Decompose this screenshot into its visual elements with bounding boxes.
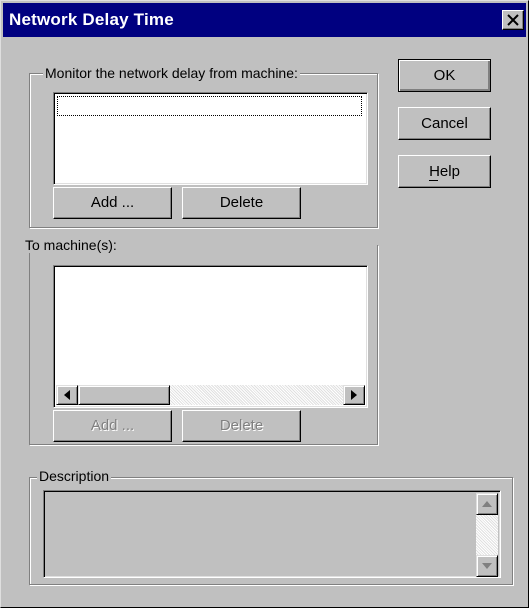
to-machines-label: To machine(s): [25,237,117,253]
ok-button[interactable]: OK [398,59,491,92]
description-legend: Description [37,468,112,484]
list-item[interactable] [57,96,362,116]
to-machines-delete-button[interactable]: Delete [182,410,301,442]
monitor-machine-list[interactable] [53,92,368,185]
arrow-left-icon [64,390,70,400]
scroll-track [476,515,498,555]
scroll-down-button[interactable] [476,555,498,577]
vertical-scrollbar[interactable] [476,493,498,577]
scroll-up-button[interactable] [476,493,498,515]
scroll-track[interactable] [170,385,343,405]
window-title: Network Delay Time [9,10,174,29]
close-icon [507,14,519,26]
scroll-right-button[interactable] [343,385,365,405]
close-button[interactable] [502,10,524,30]
arrow-right-icon [351,390,357,400]
arrow-up-icon [482,501,492,507]
to-machines-add-button[interactable]: Add ... [53,410,172,442]
cancel-button[interactable]: Cancel [398,107,491,140]
scroll-left-button[interactable] [56,385,78,405]
description-box[interactable] [43,490,501,578]
network-delay-time-dialog: Network Delay Time Monitor the network d… [0,0,529,608]
monitor-add-button[interactable]: Add ... [53,187,172,219]
arrow-down-icon [482,563,492,569]
help-button[interactable]: Help [398,155,491,188]
monitor-group-legend: Monitor the network delay from machine: [43,65,300,81]
scroll-thumb[interactable] [78,385,170,405]
horizontal-scrollbar[interactable] [56,385,365,405]
to-machines-list[interactable] [53,265,368,408]
monitor-delete-button[interactable]: Delete [182,187,301,219]
help-button-label: Help [429,163,460,181]
title-bar[interactable]: Network Delay Time [3,3,526,37]
